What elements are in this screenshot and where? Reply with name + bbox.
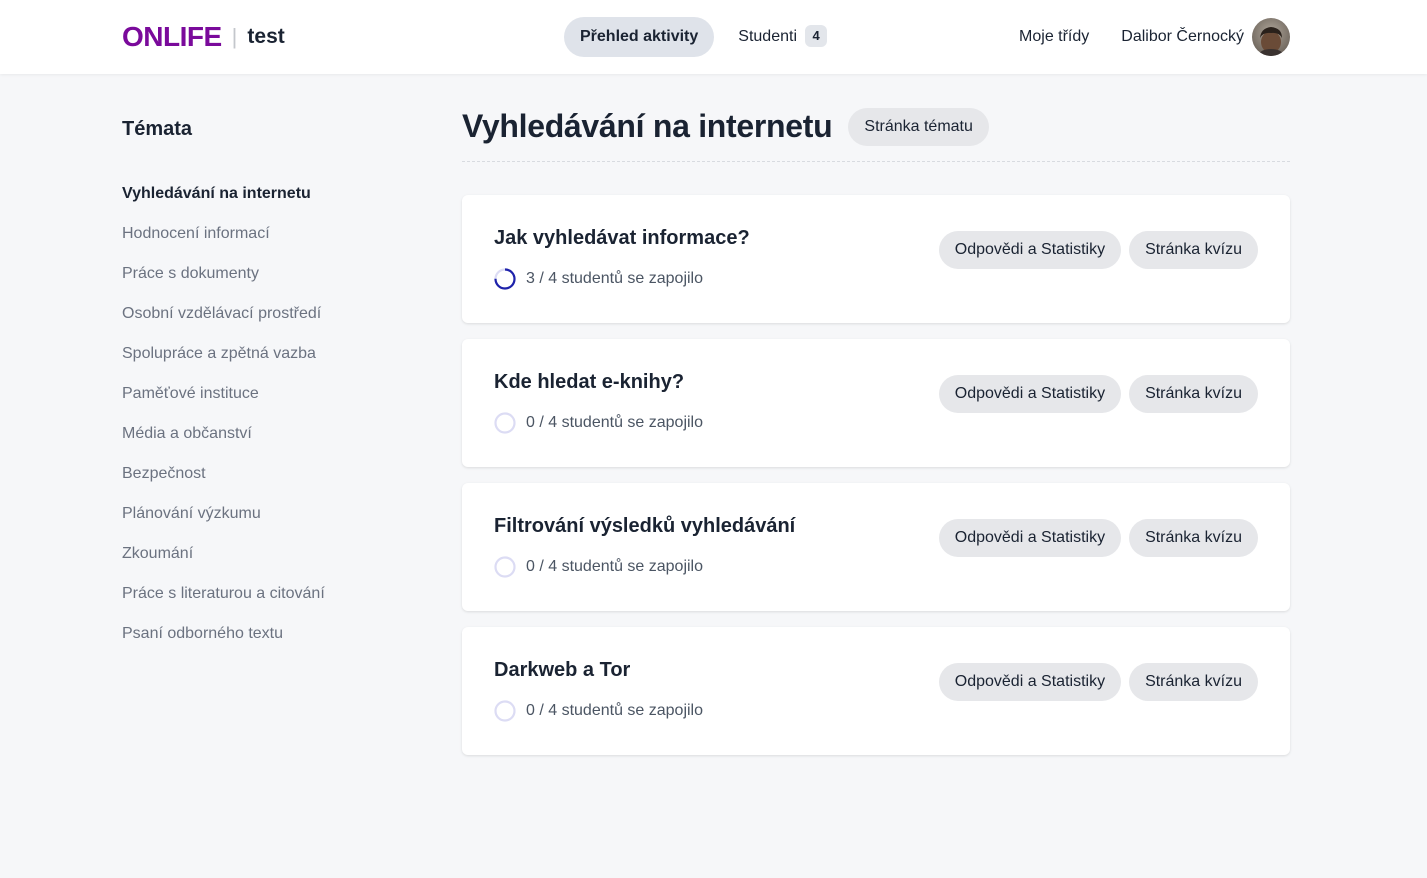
progress-ring-icon xyxy=(494,412,516,434)
brand[interactable]: ONLIFE | test xyxy=(122,20,285,54)
onlife-logo[interactable]: ONLIFE xyxy=(122,21,222,53)
topics-sidebar: Témata Vyhledávání na internetu Hodnocen… xyxy=(122,116,422,654)
participation-text: 0 / 4 studentů se zapojilo xyxy=(526,702,704,719)
main-content: Vyhledávání na internetu Stránka tématu … xyxy=(462,104,1290,771)
sidebar-item-personal-learning-environment[interactable]: Osobní vzdělávací prostředí xyxy=(122,294,422,334)
participation-text: 0 / 4 studentů se zapojilo xyxy=(526,558,704,575)
progress-ring-icon xyxy=(494,556,516,578)
sidebar-title: Témata xyxy=(122,118,193,140)
topic-page-button[interactable]: Stránka tématu xyxy=(848,107,989,146)
sidebar-item-security[interactable]: Bezpečnost xyxy=(122,454,422,494)
sidebar-item-working-with-documents[interactable]: Práce s dokumenty xyxy=(122,254,422,294)
quiz-card: Darkweb a Tor 0 / 4 studentů se zapojilo… xyxy=(462,627,1290,755)
quiz-page-button[interactable]: Stránka kvízu xyxy=(1129,231,1258,269)
tab-students[interactable]: Studenti 4 xyxy=(722,17,842,57)
quiz-page-button[interactable]: Stránka kvízu xyxy=(1129,375,1258,413)
avatar[interactable] xyxy=(1252,18,1290,56)
topics-list: Vyhledávání na internetu Hodnocení infor… xyxy=(122,174,422,654)
topic-header: Vyhledávání na internetu Stránka tématu xyxy=(462,104,1290,162)
class-name: test xyxy=(247,25,285,48)
sidebar-item-memory-institutions[interactable]: Paměťové instituce xyxy=(122,374,422,414)
sidebar-item-investigation[interactable]: Zkoumání xyxy=(122,534,422,574)
quiz-page-button[interactable]: Stránka kvízu xyxy=(1129,663,1258,701)
quiz-card: Kde hledat e-knihy? 0 / 4 studentů se za… xyxy=(462,339,1290,467)
tab-activity-overview-label: Přehled aktivity xyxy=(580,28,699,45)
progress-ring-icon xyxy=(494,268,516,290)
quiz-actions: Odpovědi a Statistiky Stránka kvízu xyxy=(938,663,1258,701)
tab-students-label: Studenti xyxy=(738,28,797,45)
sidebar-item-media-citizenship[interactable]: Média a občanství xyxy=(122,414,422,454)
progress-ring-icon xyxy=(494,700,516,722)
main-nav: Přehled aktivity Studenti 4 xyxy=(564,17,843,57)
sidebar-item-information-evaluation[interactable]: Hodnocení informací xyxy=(122,214,422,254)
quiz-page-button[interactable]: Stránka kvízu xyxy=(1129,519,1258,557)
quiz-actions: Odpovědi a Statistiky Stránka kvízu xyxy=(938,231,1258,269)
quiz-actions: Odpovědi a Statistiky Stránka kvízu xyxy=(938,375,1258,413)
sidebar-item-collaboration-feedback[interactable]: Spolupráce a zpětná vazba xyxy=(122,334,422,374)
answers-statistics-button[interactable]: Odpovědi a Statistiky xyxy=(938,519,1122,557)
quiz-card: Jak vyhledávat informace? 3 / 4 studentů… xyxy=(462,195,1290,323)
user-name[interactable]: Dalibor Černocký xyxy=(1121,28,1244,46)
quiz-progress: 0 / 4 studentů se zapojilo xyxy=(494,556,703,578)
quiz-title: Filtrování výsledků vyhledávání xyxy=(494,515,796,537)
quiz-card: Filtrování výsledků vyhledávání 0 / 4 st… xyxy=(462,483,1290,611)
brand-separator: | xyxy=(231,24,238,49)
sidebar-item-literature-citation[interactable]: Práce s literaturou a citování xyxy=(122,574,422,614)
sidebar-item-internet-search[interactable]: Vyhledávání na internetu xyxy=(122,174,422,214)
answers-statistics-button[interactable]: Odpovědi a Statistiky xyxy=(938,231,1122,269)
quiz-actions: Odpovědi a Statistiky Stránka kvízu xyxy=(938,519,1258,557)
answers-statistics-button[interactable]: Odpovědi a Statistiky xyxy=(938,375,1122,413)
answers-statistics-button[interactable]: Odpovědi a Statistiky xyxy=(938,663,1122,701)
quiz-progress: 3 / 4 studentů se zapojilo xyxy=(494,268,703,290)
quiz-list: Jak vyhledávat informace? 3 / 4 studentů… xyxy=(462,195,1290,755)
quiz-title: Kde hledat e-knihy? xyxy=(494,371,685,393)
quiz-title: Darkweb a Tor xyxy=(494,659,631,681)
sidebar-item-academic-writing[interactable]: Psaní odborného textu xyxy=(122,614,422,654)
quiz-title: Jak vyhledávat informace? xyxy=(494,227,750,249)
participation-text: 3 / 4 studentů se zapojilo xyxy=(526,270,704,287)
my-classes-link[interactable]: Moje třídy xyxy=(1019,28,1089,46)
students-count-badge: 4 xyxy=(805,25,827,47)
tab-activity-overview[interactable]: Přehled aktivity xyxy=(564,17,715,57)
page-title: Vyhledávání na internetu xyxy=(462,108,833,144)
participation-text: 0 / 4 studentů se zapojilo xyxy=(526,414,704,431)
top-navigation-bar: ONLIFE | test Přehled aktivity Studenti … xyxy=(0,0,1427,74)
quiz-progress: 0 / 4 studentů se zapojilo xyxy=(494,412,703,434)
user-area: Moje třídy Dalibor Černocký xyxy=(1019,18,1290,56)
sidebar-item-research-planning[interactable]: Plánování výzkumu xyxy=(122,494,422,534)
quiz-progress: 0 / 4 studentů se zapojilo xyxy=(494,700,703,722)
avatar-photo-icon xyxy=(1252,18,1290,56)
